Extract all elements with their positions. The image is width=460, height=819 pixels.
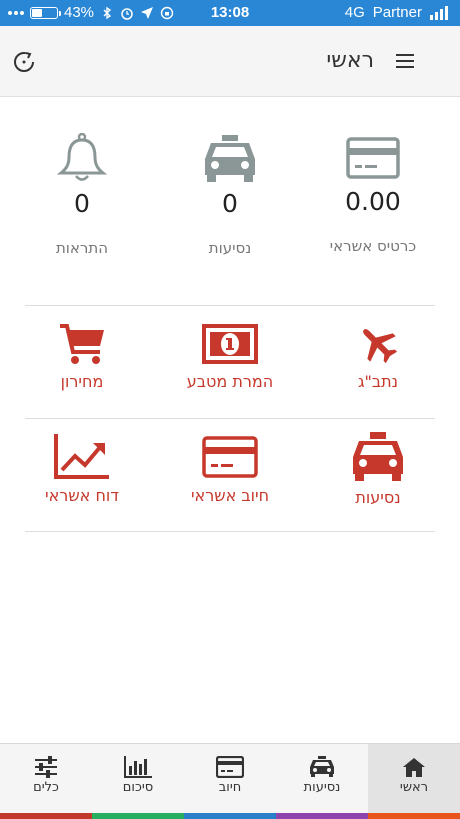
tile-label: נסיעות: [355, 488, 401, 507]
tab-home[interactable]: ראשי: [368, 744, 460, 819]
tile-credit-report[interactable]: דוח אשראי: [7, 432, 157, 505]
tab-stripe: [276, 813, 368, 819]
tile-label: נתב"ג: [357, 372, 399, 391]
stat-notifications: 0 התראות: [7, 133, 157, 257]
airplane-icon: [363, 329, 398, 364]
stat-rides: 0 נסיעות: [155, 135, 305, 257]
tab-tools[interactable]: כלים: [0, 744, 92, 819]
tile-currency-exchange[interactable]: המרת מטבע: [155, 322, 305, 391]
status-bar: 43% 13:08 4G Partner: [0, 0, 460, 26]
banknote-icon: [202, 324, 258, 364]
tab-charge[interactable]: חיוב: [184, 744, 276, 819]
stat-credit-card: 0.00 כרטיס אשראי: [298, 135, 448, 255]
bell-icon: [57, 133, 107, 181]
menu-icon[interactable]: [396, 54, 414, 68]
tab-summary[interactable]: סיכום: [92, 744, 184, 819]
tile-airport[interactable]: נתב"ג: [303, 322, 453, 391]
credit-card-icon: [202, 436, 258, 478]
status-right: 4G Partner: [345, 4, 452, 21]
divider: [25, 531, 435, 532]
network-type: 4G: [344, 4, 365, 21]
tab-label: חיוב: [218, 780, 242, 795]
taxi-icon: [205, 135, 255, 182]
stat-label: נסיעות: [208, 239, 252, 257]
tab-label: נסיעות: [303, 780, 341, 795]
tile-credit-charge[interactable]: חיוב אשראי: [155, 434, 305, 505]
stat-value: 0.00: [345, 187, 401, 216]
carrier-name: Partner: [372, 4, 422, 21]
tab-stripe: [368, 813, 460, 819]
page-title: ראשי: [326, 48, 374, 73]
stat-label: כרטיס אשראי: [329, 237, 417, 255]
sliders-icon: [35, 756, 57, 778]
tab-stripe: [184, 813, 276, 819]
bar-chart-icon: [124, 756, 152, 778]
taxi-icon: [310, 756, 334, 777]
tab-bar: ראשי נסיעות חיוב סיכום כלים: [0, 743, 460, 819]
trend-chart-icon: [54, 434, 109, 479]
signal-bars-icon: [430, 5, 448, 20]
refresh-icon[interactable]: [12, 50, 36, 74]
tab-label: כלים: [33, 780, 59, 795]
stats-row: 0.00 כרטיס אשראי 0 נסיעות 0 התראות: [0, 130, 460, 270]
tab-stripe: [92, 813, 184, 819]
app-header: ראשי: [0, 26, 460, 97]
tile-label: דוח אשראי: [45, 486, 119, 505]
tile-rides[interactable]: נסיעות: [303, 432, 453, 507]
shopping-cart-icon: [60, 324, 104, 364]
tile-label: מחירון: [60, 372, 104, 391]
tile-price-list[interactable]: מחירון: [7, 322, 157, 391]
stat-value: 0: [222, 189, 238, 218]
tile-label: המרת מטבע: [186, 372, 274, 391]
taxi-icon: [353, 432, 403, 481]
divider: [25, 305, 435, 306]
stat-label: התראות: [55, 239, 109, 257]
tab-label: ראשי: [399, 780, 429, 795]
divider: [25, 418, 435, 419]
tab-rides[interactable]: נסיעות: [276, 744, 368, 819]
credit-card-icon: [346, 137, 400, 179]
home-icon: [403, 758, 425, 777]
tile-label: חיוב אשראי: [190, 486, 270, 505]
stat-value: 0: [74, 189, 90, 218]
tab-label: סיכום: [122, 780, 154, 795]
credit-card-icon: [216, 756, 244, 778]
tab-stripe: [0, 813, 92, 819]
